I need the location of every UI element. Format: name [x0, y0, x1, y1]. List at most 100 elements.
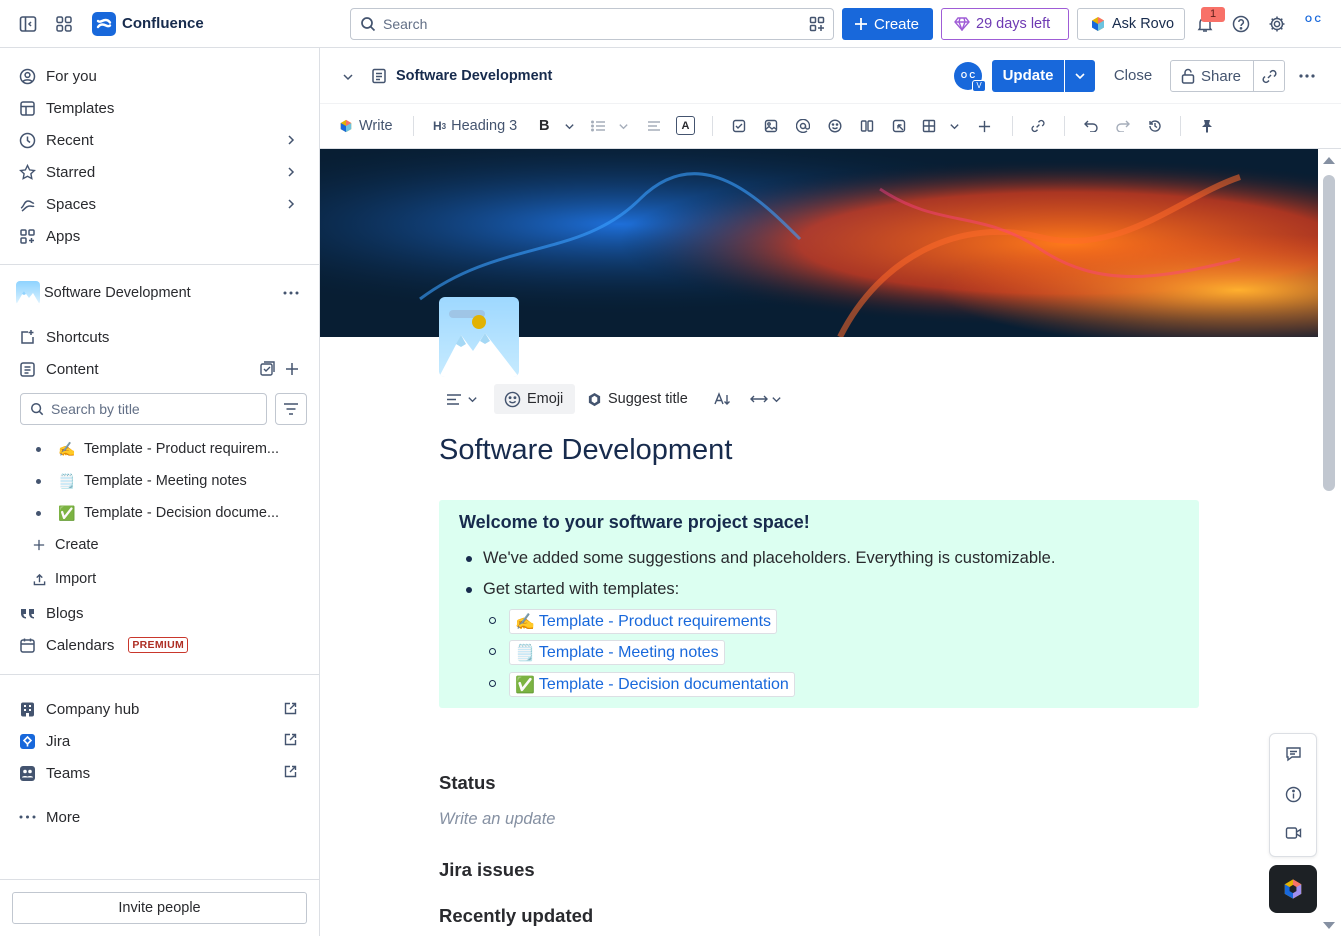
- space-name[interactable]: Software Development: [44, 285, 191, 301]
- add-content-icon[interactable]: [284, 361, 300, 377]
- chevron-right-icon[interactable]: [285, 198, 297, 210]
- scroll-up-arrow-icon[interactable]: [1322, 155, 1336, 165]
- tree-item-decision-documentation[interactable]: ✅ Template - Decision docume...: [36, 501, 279, 525]
- bold-button[interactable]: B: [539, 114, 549, 138]
- status-heading[interactable]: Status: [439, 772, 496, 794]
- sidebar-item-templates[interactable]: Templates: [18, 96, 114, 120]
- breadcrumb-page-title[interactable]: Software Development: [396, 68, 552, 84]
- external-link-icon[interactable]: [284, 765, 298, 779]
- search-filter-icon[interactable]: [809, 16, 825, 32]
- bullet-list-icon[interactable]: [591, 114, 605, 138]
- external-link-icon[interactable]: [284, 733, 298, 747]
- page-header-image[interactable]: [439, 297, 519, 377]
- rovo-icon: [1282, 877, 1304, 901]
- sidebar-item-apps[interactable]: Apps: [18, 224, 80, 248]
- chevron-down-icon[interactable]: [341, 70, 355, 84]
- sidebar-item-company-hub[interactable]: Company hub: [18, 697, 139, 721]
- tree-item-meeting-notes[interactable]: 🗒️ Template - Meeting notes: [36, 469, 247, 493]
- jira-issues-heading[interactable]: Jira issues: [439, 859, 535, 881]
- sidebar-import-button[interactable]: Import: [32, 567, 96, 591]
- page-title[interactable]: Software Development: [439, 434, 732, 467]
- search-input[interactable]: [383, 15, 803, 33]
- confluence-logo-icon[interactable]: [92, 12, 116, 36]
- add-emoji-button[interactable]: Emoji: [494, 384, 575, 414]
- filter-button[interactable]: [275, 393, 307, 425]
- chevron-right-icon[interactable]: [285, 166, 297, 178]
- sidebar-item-for-you[interactable]: For you: [18, 64, 97, 88]
- comment-icon[interactable]: [1285, 746, 1302, 762]
- video-icon[interactable]: [1285, 826, 1302, 840]
- mention-icon[interactable]: [796, 114, 810, 138]
- layout-columns-icon[interactable]: [860, 114, 874, 138]
- chevron-down-icon[interactable]: [564, 114, 575, 138]
- chevron-down-icon[interactable]: [949, 114, 960, 138]
- more-options-icon[interactable]: [283, 285, 299, 301]
- sidebar-item-blogs[interactable]: Blogs: [18, 601, 84, 625]
- close-button[interactable]: Close: [1104, 60, 1162, 92]
- sidebar-toggle-icon[interactable]: [18, 14, 38, 34]
- rovo-chat-button[interactable]: [1269, 865, 1317, 913]
- content-search[interactable]: [20, 393, 267, 425]
- insert-more-icon[interactable]: [978, 114, 991, 138]
- version-history-icon[interactable]: [1148, 114, 1162, 138]
- page-width-dropdown[interactable]: [750, 384, 782, 414]
- sidebar-item-jira[interactable]: Jira: [18, 729, 70, 753]
- app-name[interactable]: Confluence: [122, 15, 204, 32]
- invite-people-button[interactable]: Invite people: [12, 892, 307, 924]
- suggest-title-button[interactable]: Suggest title: [587, 384, 688, 414]
- link-icon[interactable]: [1031, 114, 1045, 138]
- chevron-right-icon[interactable]: [285, 134, 297, 146]
- tree-item-product-requirements[interactable]: ✍️ Template - Product requirem...: [36, 437, 279, 461]
- external-link-icon[interactable]: [284, 702, 298, 716]
- space-avatar[interactable]: [16, 281, 40, 305]
- recently-updated-heading[interactable]: Recently updated: [439, 905, 593, 927]
- update-button[interactable]: Update: [992, 60, 1064, 92]
- ask-rovo-button[interactable]: Ask Rovo: [1077, 8, 1185, 40]
- undo-icon[interactable]: [1084, 114, 1098, 138]
- sidebar-item-starred[interactable]: Starred: [18, 160, 95, 184]
- sidebar-item-spaces[interactable]: Spaces: [18, 192, 96, 216]
- user-avatar[interactable]: O C: [1301, 14, 1325, 34]
- write-mode-button[interactable]: Write: [339, 114, 393, 138]
- create-button[interactable]: Create: [842, 8, 933, 40]
- table-icon[interactable]: [922, 114, 936, 138]
- action-item-icon[interactable]: [732, 114, 746, 138]
- font-size-icon[interactable]: [714, 384, 732, 414]
- help-icon[interactable]: [1231, 14, 1251, 34]
- share-button[interactable]: Share: [1170, 60, 1254, 92]
- welcome-panel[interactable]: Welcome to your software project space! …: [439, 500, 1199, 708]
- app-switcher-icon[interactable]: [54, 14, 74, 34]
- template-link-product-requirements[interactable]: ✍️ Template - Product requirements: [509, 609, 778, 634]
- emoji-icon[interactable]: [828, 114, 842, 138]
- redo-icon[interactable]: [1116, 114, 1130, 138]
- image-icon[interactable]: [764, 114, 778, 138]
- sidebar-item-more[interactable]: More: [18, 805, 80, 829]
- sidebar-item-shortcuts[interactable]: Shortcuts: [18, 325, 109, 349]
- template-link-meeting-notes[interactable]: 🗒️ Template - Meeting notes: [509, 640, 725, 665]
- pin-toolbar-icon[interactable]: [1201, 114, 1213, 138]
- sidebar-item-content[interactable]: Content: [18, 357, 99, 381]
- sidebar-item-teams[interactable]: Teams: [18, 761, 90, 785]
- info-icon[interactable]: [1285, 786, 1302, 803]
- copy-link-button[interactable]: [1253, 60, 1285, 92]
- sidebar-item-recent[interactable]: Recent: [18, 128, 94, 152]
- global-search[interactable]: [350, 8, 834, 40]
- text-color-button[interactable]: A: [676, 116, 695, 135]
- settings-gear-icon[interactable]: [1267, 14, 1287, 34]
- align-left-icon[interactable]: [647, 114, 661, 138]
- update-options-button[interactable]: [1065, 60, 1095, 92]
- text-alignment-dropdown[interactable]: [446, 384, 478, 414]
- text-style-dropdown[interactable]: H3 Heading 3: [433, 114, 517, 138]
- scroll-down-arrow-icon[interactable]: [1322, 921, 1336, 931]
- more-actions-icon[interactable]: [1298, 68, 1316, 84]
- sidebar-create-button[interactable]: Create: [32, 533, 99, 557]
- chevron-down-icon[interactable]: [618, 114, 629, 138]
- search-by-title-input[interactable]: [51, 401, 251, 417]
- status-placeholder[interactable]: Write an update: [439, 810, 555, 829]
- template-link-decision-documentation[interactable]: ✅ Template - Decision documentation: [509, 672, 795, 697]
- sidebar-item-calendars[interactable]: Calendars PREMIUM: [18, 633, 189, 657]
- trial-button[interactable]: 29 days left: [941, 8, 1069, 40]
- create-from-template-icon[interactable]: [259, 361, 275, 377]
- scrollbar-thumb[interactable]: [1323, 175, 1335, 491]
- quick-insert-icon[interactable]: [892, 114, 906, 138]
